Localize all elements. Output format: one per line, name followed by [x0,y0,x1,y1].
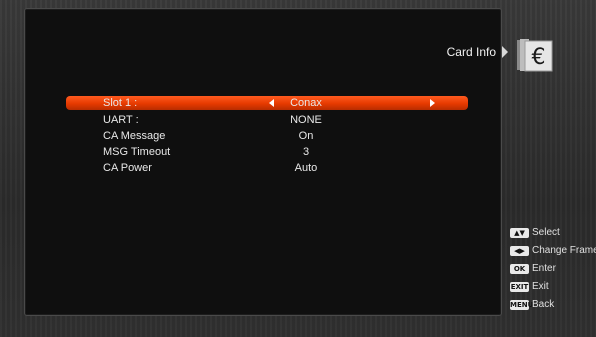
ok-key-icon: OK [510,264,529,274]
help-label: Exit [532,281,549,292]
row-label: CA Message [103,130,166,142]
help-select: ▲▼ Select [510,226,560,240]
row-label: MSG Timeout [103,146,171,158]
menu-row-uart[interactable]: UART : NONE [66,113,468,127]
row-value: On [298,130,314,142]
page-title: Card Info [446,45,496,59]
menu-row-ca-power[interactable]: CA Power Auto [66,161,468,175]
card-euro-icon: € [517,39,553,72]
menu-row-msg-timeout[interactable]: MSG Timeout 3 [66,145,468,159]
row-value: 3 [302,146,310,158]
help-back: MENUBack [510,298,554,312]
row-value: Auto [294,162,318,174]
svg-text:€: € [532,45,546,70]
help-label: Select [532,227,560,238]
help-label: Enter [532,263,556,274]
help-enter: OK Enter [510,262,556,276]
menu-row-ca-message[interactable]: CA Message On [66,129,468,143]
menu-row-slot[interactable]: Slot 1 : Conax [66,96,468,110]
help-label: Change Frame [532,245,596,256]
title-pointer-icon [502,46,508,58]
help-change-frame: ◀▶ Change Frame [510,244,596,258]
arrow-right-icon[interactable] [430,99,435,107]
row-label: UART : [103,114,139,126]
row-value: Conax [290,97,322,109]
exit-key-icon: EXIT [510,282,529,292]
help-label: Back [532,299,555,310]
help-exit: EXIT Exit [510,280,549,294]
menu-key-icon: MENU [510,300,534,310]
up-down-key-icon: ▲▼ [510,228,529,238]
row-label: CA Power [103,162,152,174]
left-right-key-icon: ◀▶ [510,246,529,256]
row-value: NONE [290,114,322,126]
row-label: Slot 1 : [103,97,138,109]
